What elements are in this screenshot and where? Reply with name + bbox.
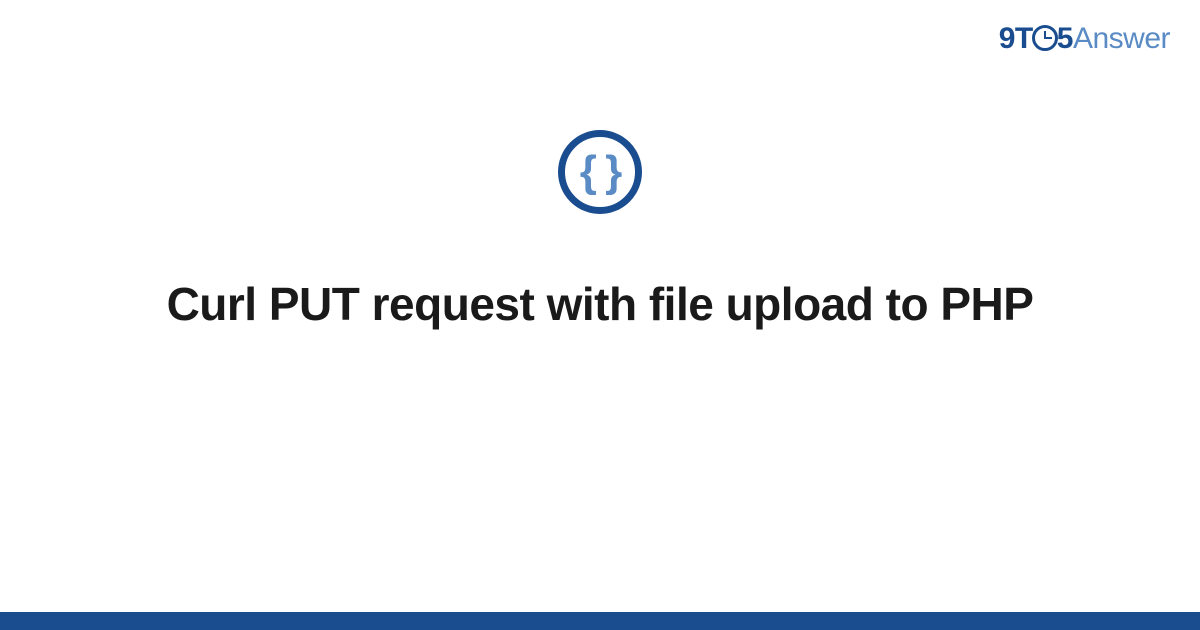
category-badge: { } [558, 130, 642, 214]
main-content: { } Curl PUT request with file upload to… [0, 130, 1200, 334]
footer-bar [0, 612, 1200, 630]
logo-text-answer: Answer [1073, 22, 1170, 55]
clock-icon [1032, 25, 1058, 51]
logo-text-5: 5 [1057, 22, 1073, 55]
logo-text-9t: 9T [999, 22, 1033, 55]
code-braces-icon: { } [580, 150, 620, 194]
page-title: Curl PUT request with file upload to PHP [167, 276, 1034, 334]
site-logo: 9T 5Answer [999, 22, 1170, 56]
